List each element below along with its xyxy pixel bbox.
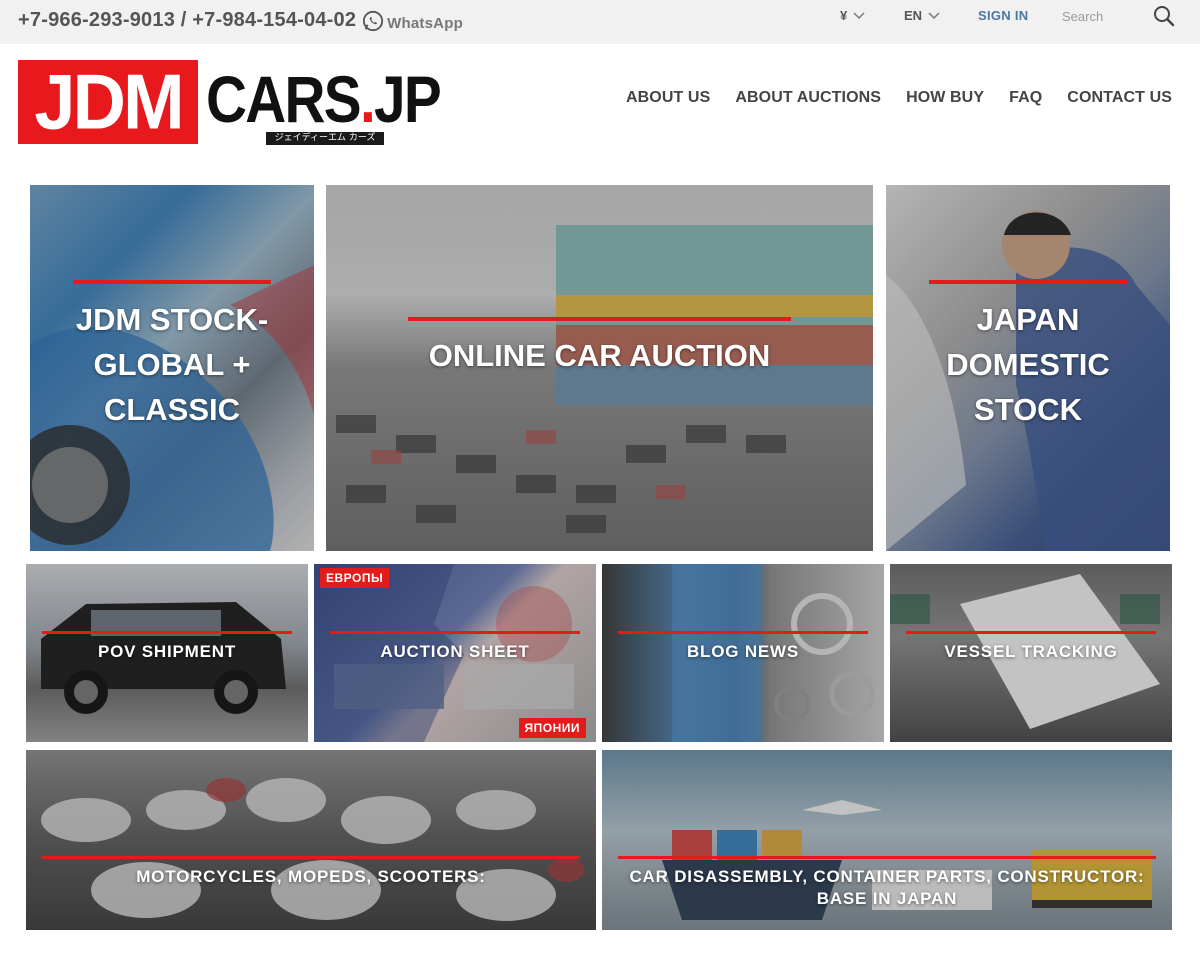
chevron-down-icon — [928, 11, 940, 19]
caption-line: GLOBAL + — [93, 347, 251, 382]
whatsapp-icon[interactable] — [362, 10, 384, 32]
red-divider — [73, 280, 271, 284]
sign-in-link[interactable]: SIGN IN — [978, 8, 1029, 23]
tile-online-car-auction[interactable]: ONLINE CAR AUCTION — [326, 185, 873, 551]
tile-caption: VESSEL TRACKING — [944, 642, 1118, 661]
nav-contact-us[interactable]: CONTACT US — [1067, 89, 1172, 107]
red-divider — [906, 631, 1156, 634]
badge-europe: ЕВРОПЫ — [320, 568, 390, 588]
chevron-down-icon — [853, 11, 865, 19]
nav-about-us[interactable]: ABOUT US — [626, 89, 710, 107]
badge-japan: ЯПОНИИ — [518, 718, 586, 738]
main-nav: ABOUT US ABOUT AUCTIONS HOW BUY FAQ CONT… — [626, 89, 1172, 107]
tile-blog-news[interactable]: BLOG NEWS — [602, 564, 884, 742]
tile-caption: BLOG NEWS — [686, 642, 800, 661]
currency-value: ¥ — [840, 8, 848, 23]
logo-jp-word: JP — [374, 62, 442, 136]
phone-numbers[interactable]: +7-966-293-9013 / +7-984-154-04-02 Whats… — [18, 9, 463, 32]
nav-about-auctions[interactable]: ABOUT AUCTIONS — [735, 89, 881, 107]
logo-cars-word: CARS — [206, 62, 362, 136]
logo-subtitle: ジェイディーエム カーズ — [266, 132, 384, 145]
caption-line: JDM STOCK- — [75, 302, 269, 337]
nav-how-buy[interactable]: HOW BUY — [906, 89, 984, 107]
tile-jdm-stock[interactable]: JDM STOCK- GLOBAL + CLASSIC — [30, 185, 314, 551]
tile-caption: MOTORCYCLES, MOPEDS, SCOOTERS: — [136, 867, 486, 886]
red-divider — [330, 631, 580, 634]
logo-dot: . — [359, 62, 376, 136]
tile-car-disassembly[interactable]: CAR DISASSEMBLY, CONTAINER PARTS, CONSTR… — [602, 750, 1172, 930]
tile-caption: JAPAN DOMESTIC STOCK — [886, 297, 1170, 432]
caption-line: BASE IN JAPAN — [816, 889, 958, 908]
caption-line: JAPAN — [976, 302, 1080, 337]
tile-motorcycles[interactable]: MOTORCYCLES, MOPEDS, SCOOTERS: — [26, 750, 596, 930]
red-divider — [42, 631, 292, 634]
tile-vessel-tracking[interactable]: VESSEL TRACKING — [890, 564, 1172, 742]
red-divider — [929, 280, 1127, 284]
phone-numbers-text: +7-966-293-9013 / +7-984-154-04-02 — [18, 9, 357, 31]
tile-pov-shipment[interactable]: POV SHIPMENT — [26, 564, 308, 742]
tile-overlay — [26, 750, 596, 930]
red-divider — [408, 317, 791, 321]
language-selector[interactable]: EN — [904, 8, 940, 23]
caption-line: DOMESTIC — [946, 347, 1110, 382]
caption-line: CAR DISASSEMBLY, CONTAINER PARTS, CONSTR… — [629, 867, 1145, 886]
tile-caption: AUCTION SHEET — [380, 642, 530, 661]
tile-caption: POV SHIPMENT — [97, 642, 237, 661]
currency-selector[interactable]: ¥ — [840, 8, 865, 23]
language-value: EN — [904, 8, 923, 23]
red-divider — [618, 856, 1156, 859]
site-logo[interactable]: JDM CARS.JP ジェイディーエム カーズ — [18, 57, 442, 146]
tile-caption: CAR DISASSEMBLY, CONTAINER PARTS, CONSTR… — [602, 866, 1172, 910]
search-icon[interactable] — [1152, 4, 1176, 28]
nav-faq[interactable]: FAQ — [1009, 89, 1042, 107]
tile-auction-sheet[interactable]: ЕВРОПЫ ЯПОНИИ AUCTION SHEET — [314, 564, 596, 742]
whatsapp-label[interactable]: WhatsApp — [387, 15, 463, 32]
logo-jdm-text: JDM — [34, 57, 184, 146]
red-divider — [42, 856, 580, 859]
search-input[interactable] — [1054, 4, 1144, 28]
logo-cars-text: CARS.JP — [206, 62, 442, 136]
top-bar: +7-966-293-9013 / +7-984-154-04-02 Whats… — [0, 0, 1200, 44]
red-divider — [618, 631, 868, 634]
tile-caption: JDM STOCK- GLOBAL + CLASSIC — [30, 297, 314, 432]
tile-caption: ONLINE CAR AUCTION — [428, 338, 771, 373]
caption-line: STOCK — [974, 392, 1082, 427]
tile-japan-domestic-stock[interactable]: JAPAN DOMESTIC STOCK — [886, 185, 1170, 551]
caption-line: CLASSIC — [103, 392, 241, 427]
